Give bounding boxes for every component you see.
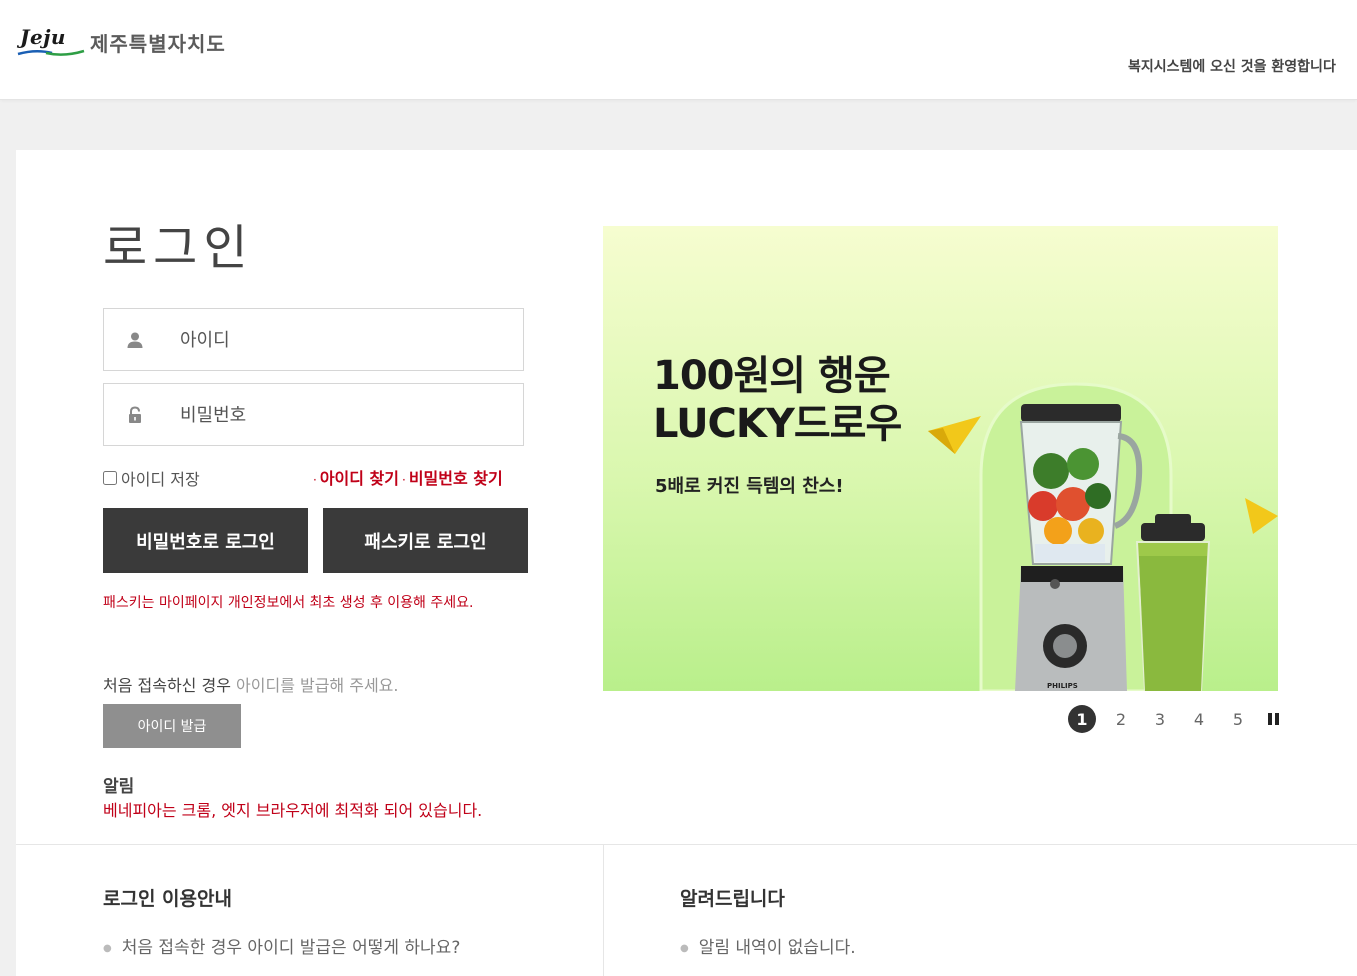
banner-headline-line1: 100원의 행운 [653,353,891,399]
pager-dot-1[interactable]: 1 [1068,705,1096,733]
password-field[interactable] [103,383,524,447]
logo-swoosh-icon [17,49,85,56]
banner-headline-line2: LUCKY드로우 [653,401,902,447]
passkey-login-button[interactable]: 패스키로 로그인 [323,508,528,573]
find-links: · 아이디 찾기 · 비밀번호 찾기 [310,465,503,489]
password-input[interactable] [178,384,512,447]
page-title: 로그인 [103,220,254,276]
logo-word: Jeju [20,25,66,49]
lock-icon [129,406,141,423]
issue-id-button[interactable]: 아이디 발급 [103,704,241,748]
notice-title: 알림 [103,777,135,797]
find-password-link[interactable]: 비밀번호 찾기 [409,469,503,488]
login-guide-title: 로그인 이용안내 [103,888,232,910]
site-header: Jeju 제주특별자치도 복지시스템에 오신 것을 환영합니다 [0,0,1357,100]
bullet-icon: ● [680,942,689,954]
bullet-icon: ● [103,942,112,954]
banner-subline: 5배로 커진 득템의 찬스! [655,476,844,497]
column-divider [603,844,604,976]
save-id-option[interactable]: 아이디 저장 [103,466,200,490]
user-icon [127,332,143,348]
save-id-checkbox[interactable] [103,471,117,485]
guide-item-text: 처음 접속한 경우 아이디 발급은 어떻게 하나요? [121,938,461,958]
id-field[interactable] [103,308,524,372]
find-id-link[interactable]: 아이디 찾기 [320,469,399,488]
pager-dot-4[interactable]: 4 [1185,705,1213,733]
first-visit-guide: 처음 접속하신 경우 아이디를 발급해 주세요. [103,672,399,696]
password-login-button[interactable]: 비밀번호로 로그인 [103,508,308,573]
banner-headline: 100원의 행운 LUCKY드로우 [653,352,902,448]
announcements-title: 알려드립니다 [680,888,785,910]
guide-list-item[interactable]: ● 처음 접속한 경우 아이디 발급은 어떻게 하나요? [103,933,460,958]
section-divider [16,844,1357,845]
bullet-dot: · [402,472,406,487]
jeju-logo[interactable]: Jeju 제주특별자치도 [16,24,226,60]
promo-banner[interactable]: 100원의 행운 LUCKY드로우 5배로 커진 득템의 찬스! PHILIPS [603,226,1278,691]
login-card: 로그인 아이디 저장 ·아이디 찾기·비밀번호 찾기 비밀번호로 로그인 패스키… [16,150,1357,976]
bullet-dot: · [313,472,317,487]
logo-mark: Jeju [16,25,86,59]
passkey-note: 패스키는 마이페이지 개인정보에서 최초 생성 후 이용해 주세요. [103,595,474,611]
welcome-message: 복지시스템에 오신 것을 환영합니다 [1128,59,1336,75]
first-visit-strong: 처음 접속하신 경우 [103,676,231,695]
announcement-item-text: 알림 내역이 없습니다. [698,938,856,958]
product-brand: PHILIPS [1047,682,1078,690]
notice-text: 베네피아는 크롬, 엣지 브라우저에 최적화 되어 있습니다. [103,801,483,820]
pager-dot-2[interactable]: 2 [1107,705,1135,733]
banner-pager: 1 2 3 4 5 [1068,705,1281,733]
logo-text: 제주특별자치도 [90,31,226,56]
blender-illustration [928,382,1278,691]
pager-dot-3[interactable]: 3 [1146,705,1174,733]
first-visit-light: 아이디를 발급해 주세요. [236,676,399,695]
id-input[interactable] [178,309,512,372]
announcement-list-item: ● 알림 내역이 없습니다. [680,933,856,958]
save-id-label: 아이디 저장 [121,470,200,489]
pager-dot-5[interactable]: 5 [1224,705,1252,733]
pause-icon[interactable] [1265,711,1281,727]
